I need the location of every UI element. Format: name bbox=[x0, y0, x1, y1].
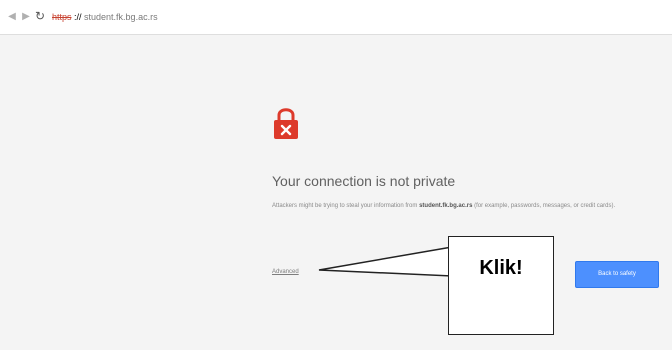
warning-host: student.fk.bg.ac.rs bbox=[419, 203, 473, 209]
address-bar[interactable]: https :// student.fk.bg.ac.rs bbox=[52, 9, 662, 25]
warning-text-suffix: (for example, passwords, messages, or cr… bbox=[474, 203, 616, 209]
url-host: student.fk.bg.ac.rs bbox=[84, 12, 158, 22]
warning-description: Attackers might be trying to steal your … bbox=[272, 200, 662, 212]
browser-toolbar: ◀ ▶ ↻ https :// student.fk.bg.ac.rs bbox=[0, 0, 672, 35]
callout-box: Klik! bbox=[448, 236, 554, 335]
broken-lock-icon bbox=[274, 108, 298, 139]
arrow-right-icon[interactable]: ▶ bbox=[20, 11, 32, 23]
arrow-left-icon[interactable]: ◀ bbox=[6, 11, 18, 23]
advanced-link[interactable]: Advanced bbox=[272, 269, 299, 275]
url-scheme: https bbox=[52, 12, 72, 22]
warning-text-prefix: Attackers might be trying to steal your … bbox=[272, 203, 418, 209]
callout-text: Klik! bbox=[479, 257, 523, 279]
reload-icon[interactable]: ↻ bbox=[33, 10, 47, 24]
page-title: Your connection is not private bbox=[272, 173, 456, 189]
back-to-safety-button[interactable]: Back to safety bbox=[575, 261, 659, 288]
